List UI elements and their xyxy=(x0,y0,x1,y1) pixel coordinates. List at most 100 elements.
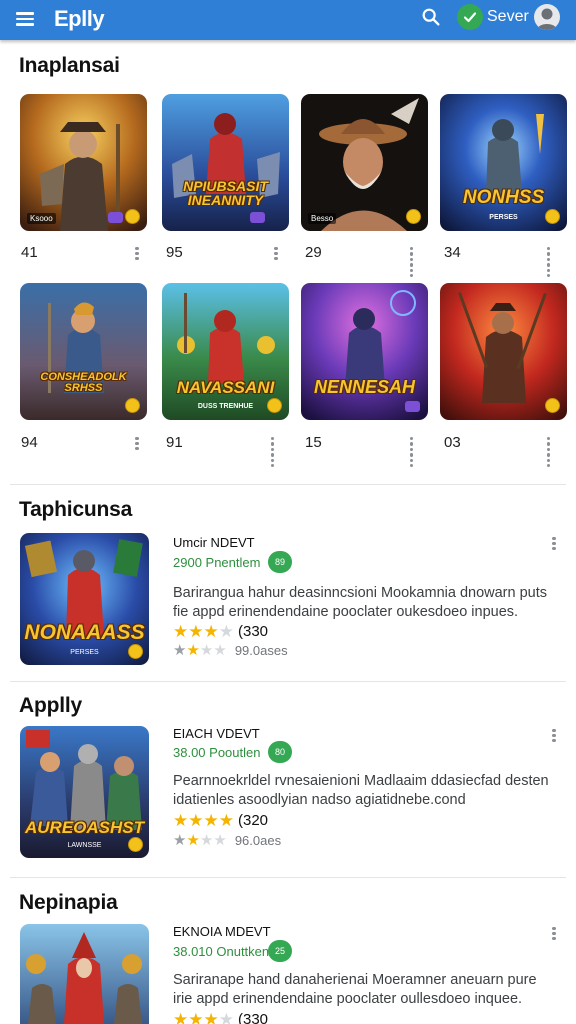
app-name: Umcir NDEVT xyxy=(173,535,255,550)
star-icon: ★ xyxy=(188,811,204,830)
game-artwork xyxy=(301,283,428,420)
tile-count: 91 xyxy=(166,434,183,451)
app-artwork[interactable]: AUREOASHST LAWNSSE xyxy=(20,726,149,858)
drag-handle-icon[interactable] xyxy=(409,246,419,278)
game-tile[interactable]: NPIUBSASIT INEANNITY xyxy=(162,94,289,231)
rating-count: (320 xyxy=(238,812,269,829)
star-icon: ★ xyxy=(213,642,227,659)
game-logo: NONAAASS xyxy=(24,621,145,644)
tile-tag: Ksooo xyxy=(27,213,56,224)
search-icon[interactable] xyxy=(420,6,442,28)
save-button[interactable]: Sever xyxy=(457,4,529,30)
star-icon: ★ xyxy=(188,622,204,641)
download-count: 99.0ases xyxy=(234,643,288,658)
game-tile[interactable] xyxy=(440,283,567,420)
app-artwork[interactable] xyxy=(20,924,149,1024)
tile-count: 95 xyxy=(166,244,183,261)
coin-badge-icon xyxy=(128,837,143,852)
section-divider xyxy=(10,681,566,682)
star-icon: ★ xyxy=(218,811,234,830)
game-logo: NENNESAH xyxy=(313,377,415,397)
game-logo: CONSHEADOLK SRHSS xyxy=(40,371,127,394)
star-icon: ★ xyxy=(173,811,189,830)
app-artwork[interactable]: NONAAASS PERSES xyxy=(20,533,149,665)
rating-count: (330 xyxy=(238,623,269,640)
star-icon: ★ xyxy=(203,622,219,641)
more-vert-icon[interactable] xyxy=(551,535,557,551)
rating-stars: ★ ★ ★ ★ (320 xyxy=(173,812,268,829)
game-tile[interactable]: NONHSS PERSES xyxy=(440,94,567,231)
star-icon: ★ xyxy=(188,1010,204,1024)
more-vert-icon[interactable] xyxy=(551,925,557,941)
rating-stars: ★ ★ ★ ★ (330 xyxy=(173,623,268,640)
avatar-icon[interactable] xyxy=(534,4,560,30)
drag-handle-icon[interactable] xyxy=(546,436,556,468)
star-icon: ★ xyxy=(218,1010,234,1024)
app-description: Pearnnoekrldel rvnesaienioni Madlaaim dd… xyxy=(173,773,549,808)
more-vert-icon[interactable] xyxy=(134,245,140,261)
app-price: 38.00 Pooutlen xyxy=(173,745,261,760)
drag-handle-icon[interactable] xyxy=(409,436,419,468)
app-price: 2900 Pnentlem xyxy=(173,555,261,570)
more-vert-icon[interactable] xyxy=(551,727,557,743)
top-app-bar: Eplly Sever xyxy=(0,0,576,40)
section-divider xyxy=(10,877,566,878)
coin-badge-icon xyxy=(125,398,140,413)
coin-badge-icon xyxy=(267,398,282,413)
game-logo-sub: PERSES xyxy=(489,214,518,221)
more-vert-icon[interactable] xyxy=(273,245,279,261)
game-logo: NPIUBSASIT INEANNITY xyxy=(183,178,268,208)
coin-badge-icon xyxy=(128,644,143,659)
download-row: ★ ★ ★ ★ 99.0ases xyxy=(173,643,288,658)
download-count: 96.0aes xyxy=(234,833,282,848)
tile-count: 41 xyxy=(21,244,38,261)
game-tile[interactable]: Ksooo xyxy=(20,94,147,231)
app-description: Barirangua hahur deasinncsioni Mookamnia… xyxy=(173,585,548,620)
star-icon: ★ xyxy=(203,1010,219,1024)
app-description: Sariranape hand danaherienai Moeramner a… xyxy=(173,972,537,1007)
game-tile[interactable]: Besso xyxy=(301,94,428,231)
more-vert-icon[interactable] xyxy=(134,435,140,451)
game-logo: NONHSS xyxy=(462,187,545,208)
coin-badge-icon xyxy=(545,398,560,413)
star-icon: ★ xyxy=(199,832,214,849)
tile-count: 29 xyxy=(305,244,322,261)
game-logo: NAVASSANI xyxy=(176,378,275,397)
section-divider xyxy=(10,484,566,485)
game-logo: AUREOASHST xyxy=(24,818,144,837)
app-price: 38.010 Onuttken xyxy=(173,944,270,959)
controller-icon xyxy=(108,212,123,223)
drag-handle-icon[interactable] xyxy=(270,436,280,468)
section-title: Applly xyxy=(19,694,82,717)
download-row: ★ ★ ★ ★ 96.0aes xyxy=(173,833,281,848)
tile-count: 34 xyxy=(444,244,461,261)
star-icon: ★ xyxy=(213,832,227,849)
star-icon: ★ xyxy=(186,642,200,659)
star-icon: ★ xyxy=(173,642,187,659)
star-icon: ★ xyxy=(199,642,214,659)
star-icon: ★ xyxy=(186,832,200,849)
game-tile[interactable]: CONSHEADOLK SRHSS xyxy=(20,283,147,420)
app-title: Eplly xyxy=(54,6,105,31)
app-name: EIACH VDEVT xyxy=(173,726,260,741)
tile-count: 15 xyxy=(305,434,322,451)
check-icon xyxy=(457,4,483,30)
star-icon: ★ xyxy=(203,811,219,830)
tile-count: 94 xyxy=(21,434,38,451)
drag-handle-icon[interactable] xyxy=(546,246,556,278)
star-icon: ★ xyxy=(173,832,187,849)
game-tile[interactable]: NENNESAH xyxy=(301,283,428,420)
menu-icon[interactable] xyxy=(16,9,38,31)
save-label: Sever xyxy=(487,8,529,25)
star-icon: ★ xyxy=(173,1010,189,1024)
controller-icon xyxy=(250,212,265,223)
price-badge: 80 xyxy=(268,741,292,763)
section-title: Nepinapia xyxy=(19,891,118,914)
game-tile[interactable]: NAVASSANI DUSS TRENHUE xyxy=(162,283,289,420)
section-title-grid: Inaplansai xyxy=(19,54,120,77)
controller-icon xyxy=(405,401,420,412)
coin-badge-icon xyxy=(125,209,140,224)
price-badge: 89 xyxy=(268,551,292,573)
rating-stars: ★ ★ ★ ★ (330 xyxy=(173,1011,268,1024)
tile-count: 03 xyxy=(444,434,461,451)
